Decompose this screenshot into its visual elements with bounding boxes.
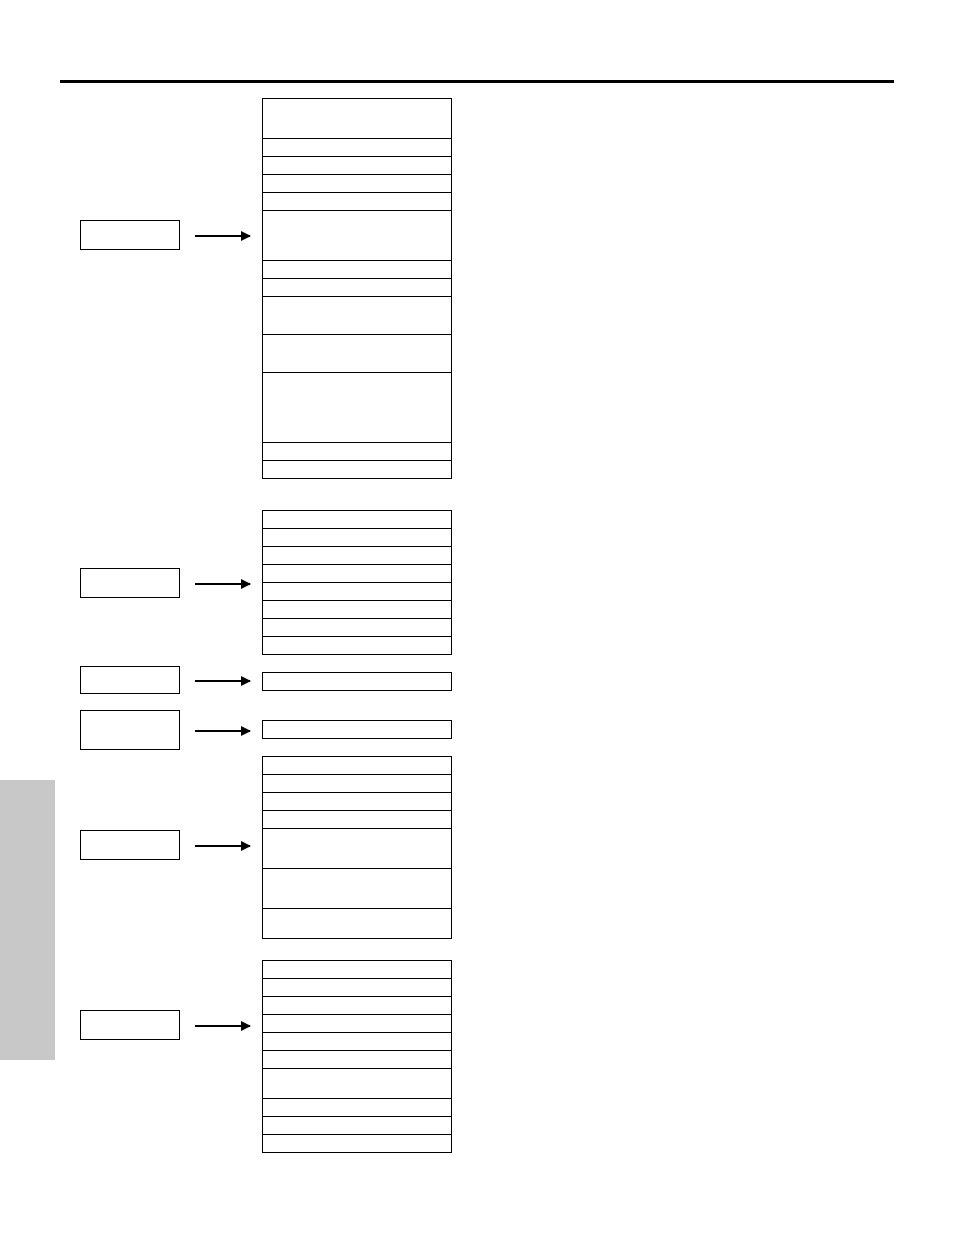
cell-1-1 — [263, 529, 451, 547]
cell-0-7 — [263, 279, 451, 297]
cells-5 — [262, 960, 452, 1153]
cell-5-2 — [263, 997, 451, 1015]
cell-0-12 — [263, 461, 451, 479]
cell-0-9 — [263, 335, 451, 373]
cell-1-2 — [263, 547, 451, 565]
cell-4-6 — [263, 909, 451, 939]
source-box-4 — [80, 830, 180, 860]
cell-1-6 — [263, 619, 451, 637]
cell-0-4 — [263, 193, 451, 211]
cell-1-5 — [263, 601, 451, 619]
cell-5-8 — [263, 1117, 451, 1135]
arrow-3 — [195, 730, 250, 732]
cell-4-4 — [263, 829, 451, 869]
cell-4-0 — [263, 757, 451, 775]
cell-5-1 — [263, 979, 451, 997]
cell-5-6 — [263, 1069, 451, 1099]
cells-4 — [262, 756, 452, 939]
cell-0-6 — [263, 261, 451, 279]
divider — [60, 80, 894, 83]
cell-5-4 — [263, 1033, 451, 1051]
cell-1-7 — [263, 637, 451, 655]
arrow-5 — [195, 1025, 250, 1027]
cell-4-3 — [263, 811, 451, 829]
source-box-0 — [80, 220, 180, 250]
cell-5-9 — [263, 1135, 451, 1153]
cell-0-2 — [263, 157, 451, 175]
page: { "groups": [ { "source": { "x": 80, "y"… — [0, 0, 954, 1235]
cell-4-1 — [263, 775, 451, 793]
cell-0-10 — [263, 373, 451, 443]
arrow-1 — [195, 583, 250, 585]
cell-1-4 — [263, 583, 451, 601]
cell-0-8 — [263, 297, 451, 335]
cell-0-11 — [263, 443, 451, 461]
cell-1-3 — [263, 565, 451, 583]
cell-5-3 — [263, 1015, 451, 1033]
cells-3 — [262, 720, 452, 739]
arrow-0 — [195, 235, 250, 237]
source-box-2 — [80, 666, 180, 694]
source-box-5 — [80, 1010, 180, 1040]
source-box-1 — [80, 568, 180, 598]
cell-5-5 — [263, 1051, 451, 1069]
cells-2 — [262, 672, 452, 691]
cell-0-3 — [263, 175, 451, 193]
side-tab — [0, 780, 55, 1060]
arrow-4 — [195, 845, 250, 847]
cell-4-2 — [263, 793, 451, 811]
cell-0-1 — [263, 139, 451, 157]
cell-5-7 — [263, 1099, 451, 1117]
source-box-3 — [80, 710, 180, 750]
cell-0-0 — [263, 99, 451, 139]
cell-1-0 — [263, 511, 451, 529]
cell-2-0 — [263, 673, 451, 691]
cell-5-0 — [263, 961, 451, 979]
cells-0 — [262, 98, 452, 479]
cell-3-0 — [263, 721, 451, 739]
cell-0-5 — [263, 211, 451, 261]
arrow-2 — [195, 680, 250, 682]
cells-1 — [262, 510, 452, 655]
cell-4-5 — [263, 869, 451, 909]
